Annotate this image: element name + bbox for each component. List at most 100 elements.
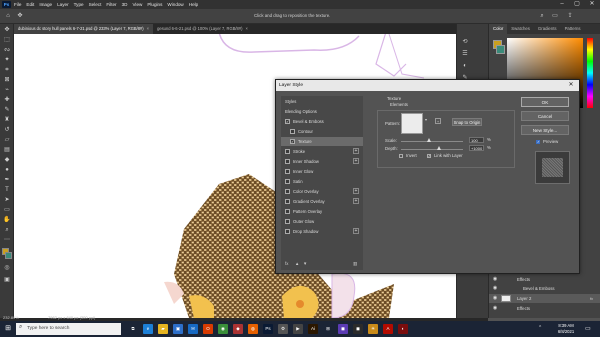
chrome-icon[interactable]: ◉ bbox=[218, 324, 228, 334]
style-item[interactable]: Gradient Overlay + bbox=[281, 197, 363, 206]
adobe-icon[interactable]: A bbox=[383, 324, 393, 334]
gradient-tool-icon[interactable]: ▤ bbox=[2, 146, 12, 155]
eyedropper-icon[interactable]: ⌁ bbox=[2, 86, 12, 95]
menu-file[interactable]: File bbox=[14, 2, 21, 7]
pattern-picker[interactable] bbox=[401, 113, 423, 134]
marquee-tool-icon[interactable]: ⬚ bbox=[2, 36, 12, 45]
menu-view[interactable]: View bbox=[132, 2, 142, 7]
close-icon[interactable]: × bbox=[245, 26, 247, 31]
healing-brush-icon[interactable]: ✚ bbox=[2, 96, 12, 105]
more-tools-icon[interactable]: ⋯ bbox=[2, 236, 12, 245]
media-icon[interactable]: ▶ bbox=[293, 324, 303, 334]
style-checkbox[interactable]: ✓ bbox=[285, 119, 290, 124]
style-checkbox[interactable] bbox=[285, 189, 290, 194]
taskbar-clock[interactable]: 8:39 AM 6/8/2021 bbox=[552, 323, 580, 335]
menu-image[interactable]: Image bbox=[39, 2, 52, 7]
dodge-tool-icon[interactable]: ● bbox=[2, 166, 12, 175]
eye-icon[interactable]: ◉ bbox=[492, 275, 498, 284]
tab-gradients[interactable]: Gradients bbox=[534, 24, 561, 34]
tab-color[interactable]: Color bbox=[489, 24, 508, 34]
style-checkbox[interactable] bbox=[285, 209, 290, 214]
explorer-icon[interactable]: ◆ bbox=[233, 324, 243, 334]
depth-slider-handle[interactable] bbox=[437, 146, 442, 150]
screen-mode-icon[interactable]: ▣ bbox=[2, 276, 12, 285]
style-item[interactable]: Inner Glow bbox=[281, 167, 363, 176]
tab-document-2[interactable]: gesund 6-6-21.psd @ 100% (Layer 7, RGB/8… bbox=[153, 24, 252, 34]
lasso-tool-icon[interactable]: ᔓ bbox=[2, 46, 12, 55]
task-view-icon[interactable]: ⧉ bbox=[128, 324, 138, 334]
move-tool-icon[interactable]: ✥ bbox=[16, 12, 24, 20]
background-swatch[interactable] bbox=[496, 45, 505, 54]
mail-icon[interactable]: ✉ bbox=[188, 324, 198, 334]
layer-row-layer-2[interactable]: ◉ Layer 2 fx bbox=[489, 294, 600, 303]
cancel-button[interactable]: Cancel bbox=[521, 111, 569, 121]
minimize-icon[interactable]: – bbox=[555, 0, 569, 9]
eye-icon[interactable]: ◉ bbox=[492, 294, 498, 303]
add-effect-icon[interactable]: + bbox=[353, 188, 359, 194]
history-icon[interactable]: ⟲ bbox=[460, 38, 470, 46]
eye-icon[interactable]: ◉ bbox=[492, 284, 498, 293]
style-checkbox[interactable] bbox=[285, 149, 290, 154]
layer-bevel-row[interactable]: ◉ Bevel & Emboss bbox=[489, 284, 600, 293]
windows-start-icon[interactable]: ⊞ bbox=[3, 324, 13, 334]
firefox-icon[interactable]: ◍ bbox=[248, 324, 258, 334]
new-preset-icon[interactable]: + bbox=[435, 118, 441, 124]
photoshop-icon[interactable]: Ps bbox=[263, 324, 273, 334]
stamp-tool-icon[interactable]: ♜ bbox=[2, 116, 12, 125]
style-item[interactable]: ✓ Bevel & Emboss bbox=[281, 117, 363, 126]
eye-icon[interactable]: ◉ bbox=[492, 304, 498, 313]
menu-plugins[interactable]: Plugins bbox=[147, 2, 162, 7]
add-effect-icon[interactable]: + bbox=[353, 158, 359, 164]
style-checkbox[interactable] bbox=[285, 159, 290, 164]
fx-menu-icon[interactable]: fx bbox=[285, 261, 288, 266]
history-brush-icon[interactable]: ↺ bbox=[2, 126, 12, 135]
depth-field[interactable]: +1000 bbox=[469, 145, 484, 151]
add-effect-icon[interactable]: + bbox=[353, 198, 359, 204]
style-checkbox[interactable]: ✓ bbox=[290, 139, 295, 144]
notifications-icon[interactable]: ▭ bbox=[585, 325, 591, 332]
illustrator-icon[interactable]: Ai bbox=[308, 324, 318, 334]
close-icon[interactable]: × bbox=[147, 26, 149, 31]
office-icon[interactable]: O bbox=[203, 324, 213, 334]
menu-select[interactable]: Select bbox=[89, 2, 102, 7]
blending-options[interactable]: Blending Options bbox=[281, 107, 363, 116]
edge-icon[interactable]: e bbox=[143, 324, 153, 334]
add-effect-icon[interactable]: + bbox=[353, 148, 359, 154]
style-item[interactable]: Satin bbox=[281, 177, 363, 186]
pen-tool-icon[interactable]: ✒ bbox=[2, 176, 12, 185]
scale-slider-handle[interactable] bbox=[426, 138, 431, 142]
styles-header[interactable]: Styles bbox=[281, 97, 363, 106]
acrobat-icon[interactable]: ◐ bbox=[398, 324, 408, 334]
fx-badge[interactable]: fx bbox=[590, 294, 593, 303]
windows-icon[interactable]: ⊞ bbox=[323, 324, 333, 334]
type-tool-icon[interactable]: T bbox=[2, 186, 12, 195]
menu-filter[interactable]: Filter bbox=[106, 2, 116, 7]
menu-edit[interactable]: Edit bbox=[26, 2, 34, 7]
taskbar-search[interactable]: Type here to search bbox=[16, 323, 121, 335]
weather-icon[interactable]: ☀ bbox=[368, 324, 378, 334]
game-icon[interactable]: ◼ bbox=[353, 324, 363, 334]
system-tray-icon[interactable]: ⌃ bbox=[538, 325, 542, 331]
hand-tool-icon[interactable]: ✋ bbox=[2, 216, 12, 225]
layer-effects-row[interactable]: ◉ Effects bbox=[489, 275, 600, 284]
style-item[interactable]: Pattern Overlay bbox=[281, 207, 363, 216]
menu-help[interactable]: Help bbox=[189, 2, 198, 7]
menu-layer[interactable]: Layer bbox=[57, 2, 69, 7]
style-item[interactable]: Color Overlay + bbox=[281, 187, 363, 196]
frame-tool-icon[interactable]: ⊠ bbox=[2, 76, 12, 85]
arrow-up-icon[interactable]: ▲ bbox=[295, 261, 299, 266]
style-item[interactable]: Stroke + bbox=[281, 147, 363, 156]
style-item[interactable]: Drop Shadow + bbox=[281, 227, 363, 236]
home-icon[interactable]: ⌂ bbox=[4, 12, 12, 20]
chevron-down-icon[interactable]: ▾ bbox=[425, 117, 427, 122]
window-close-icon[interactable]: ✕ bbox=[585, 0, 599, 9]
store-icon[interactable]: ▣ bbox=[173, 324, 183, 334]
background-color-swatch[interactable] bbox=[5, 252, 12, 259]
snap-to-origin-button[interactable]: Snap to Origin bbox=[452, 118, 482, 126]
menu-3d[interactable]: 3D bbox=[122, 2, 128, 7]
add-effect-icon[interactable]: + bbox=[353, 228, 359, 234]
file-explorer-icon[interactable]: ▰ bbox=[158, 324, 168, 334]
style-checkbox[interactable] bbox=[290, 129, 295, 134]
layer-effects-row[interactable]: ◉ Effects bbox=[489, 304, 600, 313]
zoom-tool-icon[interactable]: ⌕ bbox=[2, 226, 12, 235]
